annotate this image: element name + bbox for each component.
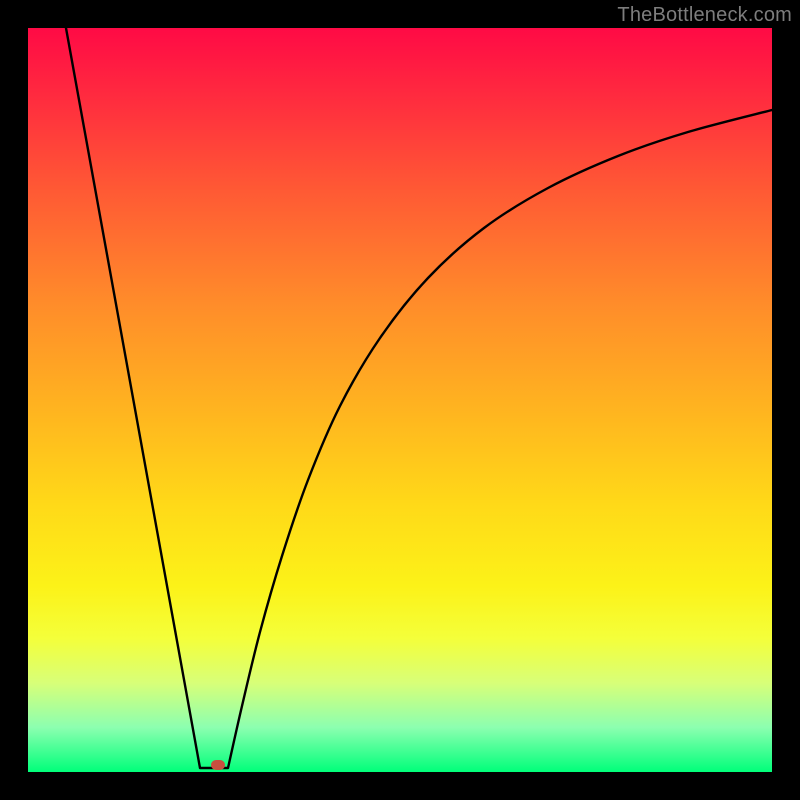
optimal-point-marker (211, 760, 225, 770)
watermark-text: TheBottleneck.com (617, 4, 792, 27)
chart-plot-area (28, 28, 772, 772)
bottleneck-curve (28, 28, 772, 772)
